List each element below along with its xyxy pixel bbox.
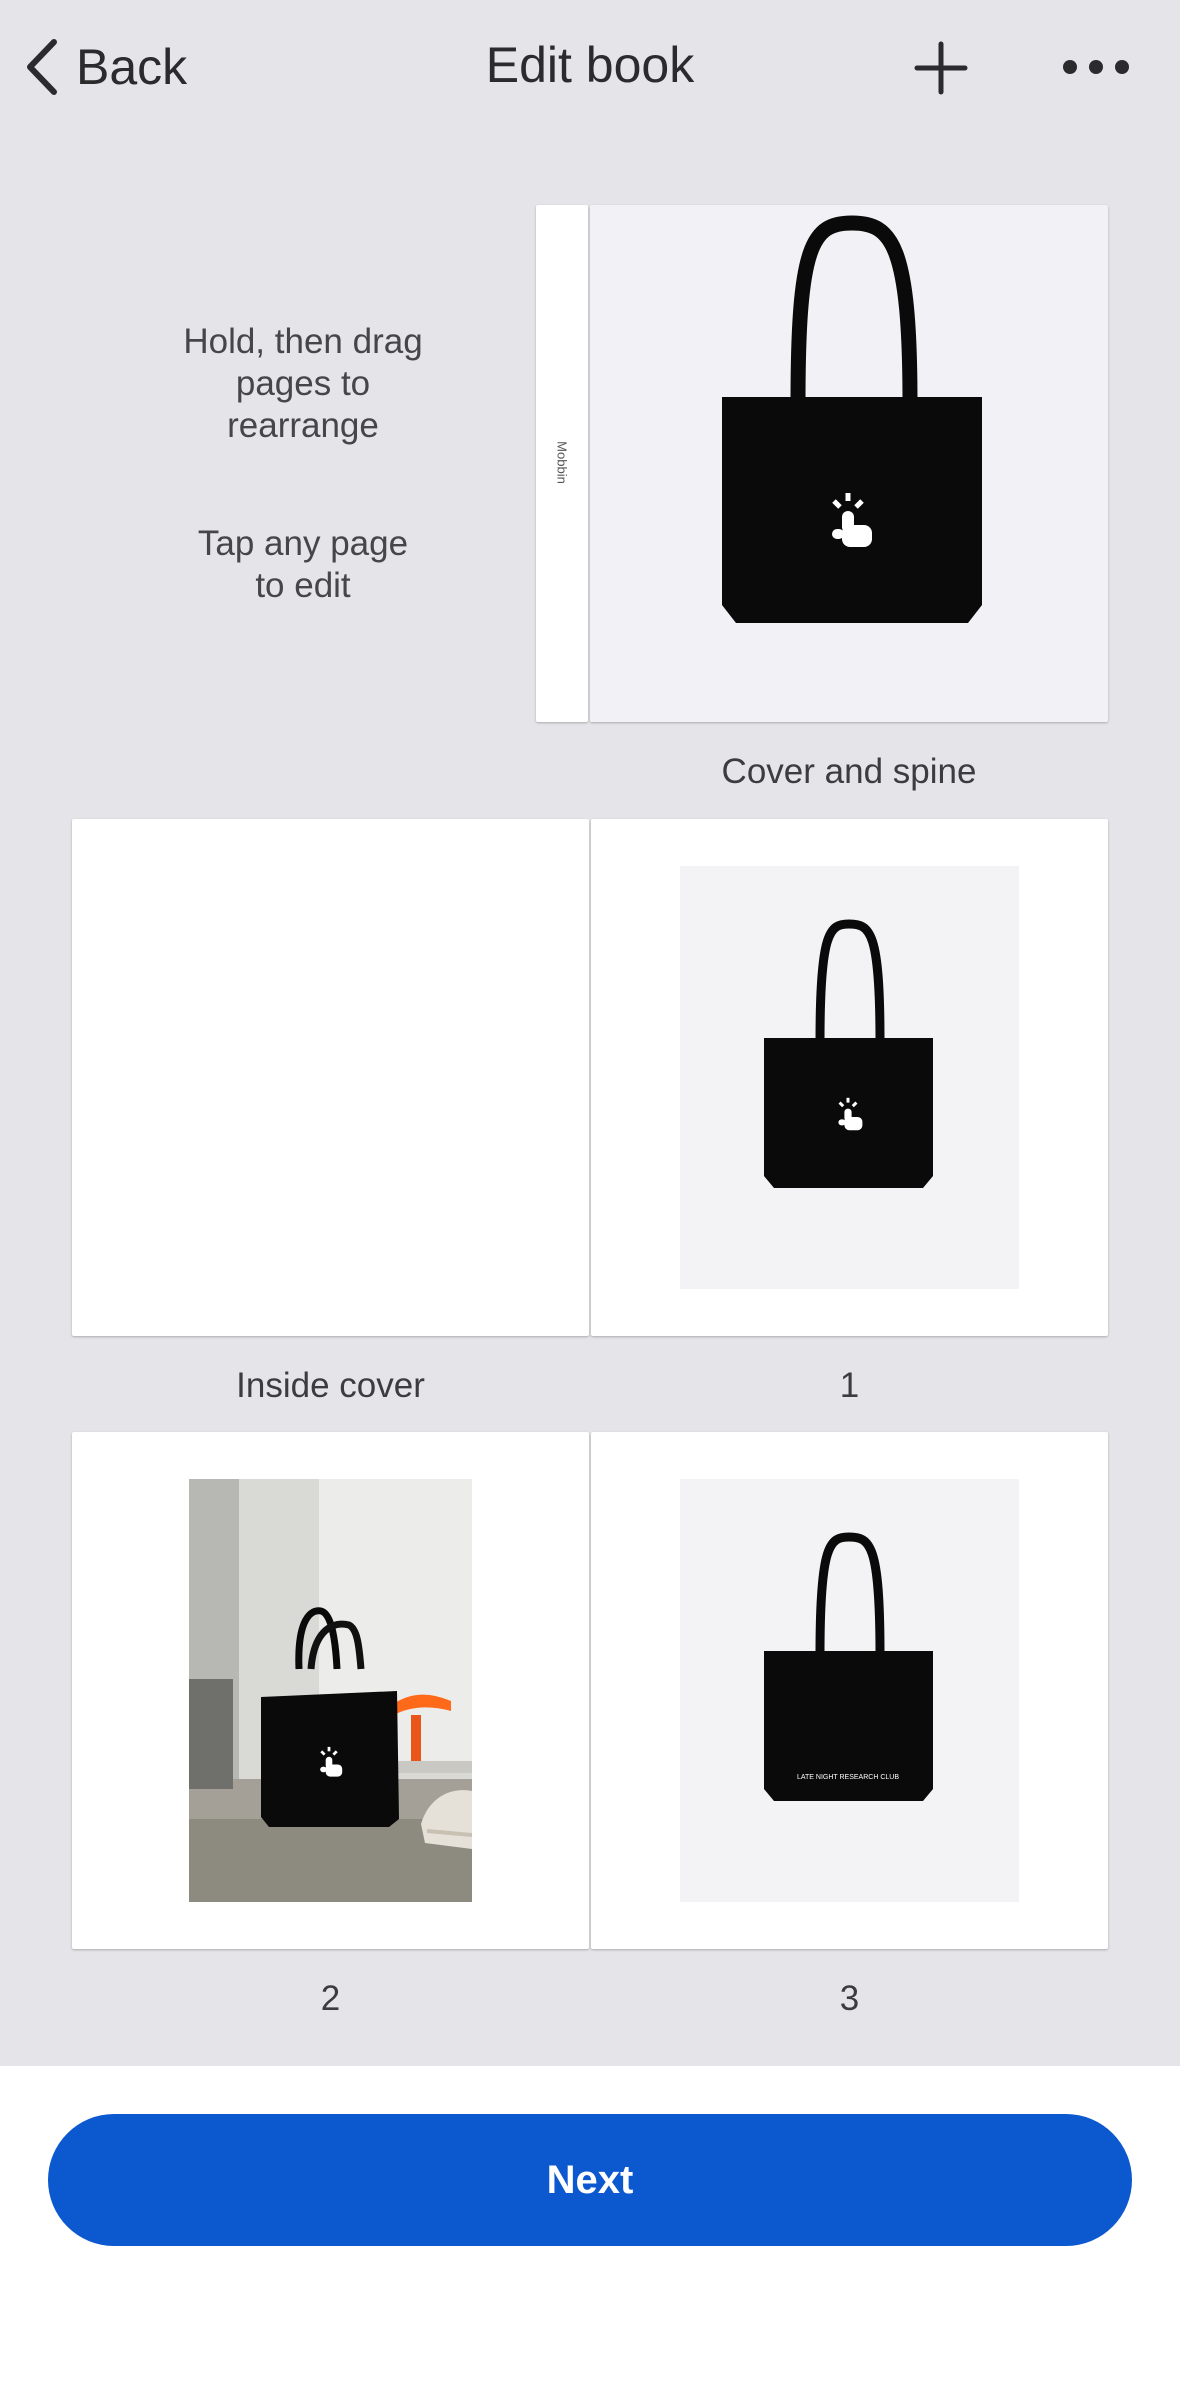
page-2-photo [189,1479,472,1902]
page-1-photo [680,866,1019,1289]
page-1[interactable] [591,819,1108,1336]
page-3-photo: LATE NIGHT RESEARCH CLUB [680,1479,1019,1902]
page-3[interactable]: LATE NIGHT RESEARCH CLUB [591,1432,1108,1949]
more-options-button[interactable] [1056,36,1136,98]
next-button[interactable]: Next [48,2114,1132,2246]
spine-text: Mobbin [554,441,570,484]
lifestyle-photo-image [189,1479,472,1902]
rearrange-hint-line: pages to [235,364,371,403]
page-caption: 2 [320,1979,341,2018]
tote-print-text: LATE NIGHT RESEARCH CLUB [797,1774,899,1781]
book-spine[interactable]: Mobbin [536,205,588,722]
footer: Next [0,2066,1180,2396]
page-inside-cover[interactable] [72,819,589,1336]
cover-page[interactable] [590,205,1108,722]
cover-caption: Cover and spine [721,752,977,791]
tote-bag-image [722,215,982,623]
rearrange-hint-line: rearrange [227,406,379,445]
page-caption: 1 [839,1366,860,1405]
page-title: Edit book [485,37,695,93]
edit-hint-line: Tap any page [197,524,409,563]
plus-icon [914,41,968,95]
edit-hint-line: to edit [255,566,351,605]
tote-bag-image [764,919,933,1188]
tote-bag-image: LATE NIGHT RESEARCH CLUB [764,1532,933,1801]
page-2[interactable] [72,1432,589,1949]
edit-hint: Tap any page to edit [118,523,488,607]
add-page-button[interactable] [906,36,976,98]
more-dots-icon [1063,60,1129,74]
page-caption: 3 [839,1979,860,2018]
rearrange-hint-line: Hold, then drag [183,322,423,361]
rearrange-hint: Hold, then drag pages to rearrange [118,321,488,447]
page-caption: Inside cover [236,1366,425,1405]
